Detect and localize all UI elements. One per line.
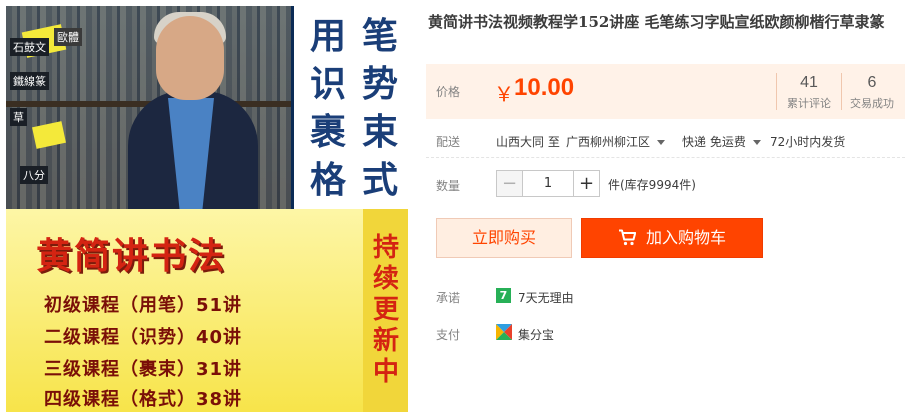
shipping-row: 配送 山西大同 至 广西柳州柳江区 快递 免运费 72小时内发货 [426,133,905,153]
label-cao: 草 [10,108,27,126]
quantity-row: 数量 − 1 + 件(库存9994件) [426,170,905,198]
payment-row: 支付 集分宝 [426,324,905,344]
reviews-stat[interactable]: 41 累计评论 [777,64,841,119]
buy-now-button[interactable]: 立即购买 [436,218,572,258]
course-line: 初级课程（用笔）51讲 [44,295,243,316]
product-image[interactable]: 石鼓文 鐵線篆 草 八分 歐體 用 笔 识 势 裹 束 格 式 黄简讲书法 初级… [6,6,408,412]
vertical-text: 持 续 更 新 中 [369,233,403,388]
topic-panel: 用 笔 识 势 裹 束 格 式 [291,6,408,209]
vertical-char: 续 [372,264,399,294]
panel-char: 识 [309,64,346,105]
dispatch-time: 72小时内发货 [770,135,846,149]
stock-info: 件(库存9994件) [608,178,696,192]
price-panel: 价格 ￥ 10.00 41 累计评论 6 交易成功 [426,64,905,119]
panel-char: 笔 [361,16,398,57]
jifenbao-icon [496,324,512,340]
cart-icon [618,229,636,246]
payment-text[interactable]: 集分宝 [518,326,554,343]
course-line: 二级课程（识势）40讲 [44,327,243,348]
panel-char: 式 [361,160,398,201]
add-to-cart-button[interactable]: 加入购物车 [581,218,763,258]
label-bafen: 八分 [20,166,48,184]
reviews-label: 累计评论 [787,97,831,110]
quantity-input[interactable]: 1 [523,170,573,197]
payment-label: 支付 [436,328,461,342]
shipping-from: 山西大同 至 [496,135,560,149]
label-outi: 歐體 [54,28,82,46]
promise-row: 承诺 7 7天无理由 [426,287,905,307]
promise-label: 承诺 [436,291,461,305]
update-strip: 持 续 更 新 中 [363,209,408,412]
course-banner: 黄简讲书法 初级课程（用笔）51讲 二级课程（识势）40讲 三级课程（裹束）31… [6,209,408,412]
price-label: 价格 [436,85,461,99]
reviews-count: 41 [800,74,818,91]
panel-char: 束 [361,112,398,153]
seven-day-return-icon: 7 [496,288,511,303]
divider [426,157,905,158]
vertical-char: 持 [372,233,399,263]
shipping-method-value: 快递 免运费 [682,135,746,149]
course-line: 四级课程（格式）38讲 [44,389,243,410]
shipping-method-select[interactable]: 快递 免运费 [682,133,761,150]
vertical-char: 中 [372,357,399,387]
chevron-down-icon [752,140,761,145]
chevron-down-icon [657,140,666,145]
shipping-destination-value: 广西柳州柳江区 [566,135,651,149]
panel-char: 格 [309,160,346,201]
shipping-destination-select[interactable]: 广西柳州柳江区 [566,133,666,150]
panel-char: 裹 [309,112,346,153]
vertical-char: 更 [372,295,399,325]
sold-stat: 6 交易成功 [842,64,902,119]
label-shigu: 石鼓文 [10,38,49,56]
quantity-increase-button[interactable]: + [573,170,600,197]
product-details: 黄简讲书法视频教程学152讲座 毛笔练习字贴宣纸欧颜柳楷行草隶篆 价格 ￥ 10… [426,0,905,419]
price-value: 10.00 [514,74,575,101]
person-head [156,16,224,100]
banner-headline: 黄简讲书法 [36,236,227,277]
add-to-cart-label: 加入购物车 [645,228,726,247]
price-currency: ￥ [494,82,514,106]
quantity-decrease-button[interactable]: − [496,170,523,197]
panel-char: 势 [361,64,398,105]
sold-label: 交易成功 [850,97,894,110]
panel-char: 用 [309,16,346,57]
sold-count: 6 [867,74,877,91]
promise-text[interactable]: 7天无理由 [518,289,574,306]
label-tiexian: 鐵線篆 [10,72,49,90]
vertical-char: 新 [372,326,399,356]
product-title: 黄简讲书法视频教程学152讲座 毛笔练习字贴宣纸欧颜柳楷行草隶篆 [428,13,885,31]
quantity-label: 数量 [436,179,461,193]
shipping-label: 配送 [436,135,461,149]
course-line: 三级课程（裹束）31讲 [44,359,243,380]
